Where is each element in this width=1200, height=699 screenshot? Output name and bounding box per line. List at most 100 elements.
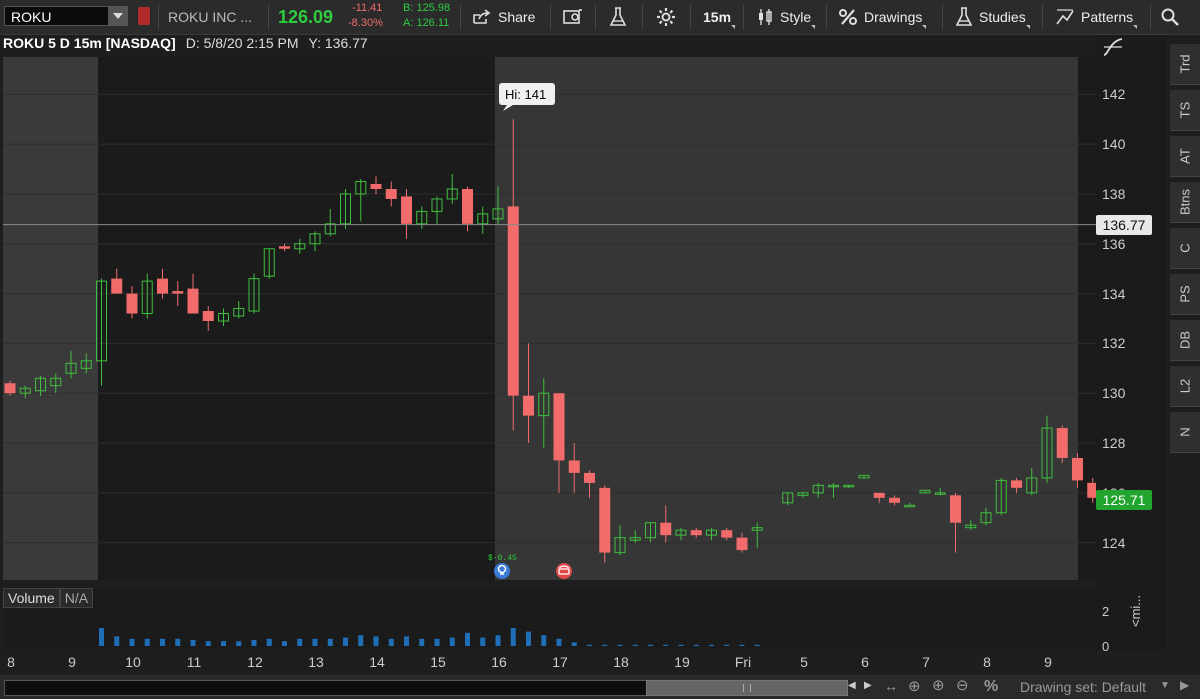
side-tab-ps[interactable]: PS (1170, 274, 1200, 315)
volume-bar (358, 635, 364, 646)
volume-bar (251, 640, 257, 646)
dividend-text: $-0.45 (488, 554, 517, 563)
side-tab-label: Trd (1177, 54, 1193, 74)
drawing-set-dropdown-icon[interactable]: ▼ (1160, 680, 1170, 691)
volume-bar (190, 640, 196, 646)
side-tab-at[interactable]: AT (1170, 136, 1200, 177)
time-axis-tick: 9 (1044, 654, 1052, 670)
candle-body (599, 487, 611, 553)
share-button[interactable]: Share (472, 4, 535, 30)
separator (690, 4, 691, 30)
percent-icon[interactable]: % (984, 678, 998, 696)
candle-body (721, 530, 733, 538)
time-axis-tick: 13 (308, 654, 324, 670)
time-axis-tick: 14 (369, 654, 385, 670)
side-tab-ts[interactable]: TS (1170, 90, 1200, 131)
scroll-track[interactable] (4, 680, 648, 696)
separator (743, 4, 744, 30)
separator (158, 4, 159, 30)
candle-body (568, 460, 580, 473)
volume-bar (221, 641, 226, 646)
timeframe-button[interactable]: 15m (703, 4, 736, 30)
share-icon (473, 9, 491, 24)
studies-button[interactable]: Studies (955, 4, 1030, 30)
scroll-end-icon[interactable]: ▶ (1180, 678, 1189, 692)
symbol-dropdown-icon[interactable] (108, 7, 128, 25)
candle-body (889, 497, 900, 503)
patterns-button[interactable]: Patterns (1055, 4, 1138, 30)
scroll-thumb[interactable] (646, 680, 848, 696)
side-tab-n[interactable]: N (1170, 412, 1200, 453)
volume-axis-max: 2 (1102, 604, 1110, 619)
alert-flag-icon[interactable] (138, 7, 150, 25)
volume-bar (144, 638, 150, 646)
candle-body (111, 278, 123, 294)
earnings-icon[interactable] (494, 563, 510, 579)
zoom-in-icon[interactable]: ⊕ (932, 676, 945, 694)
premarket-shade (3, 57, 98, 580)
candlestick-icon (759, 9, 772, 25)
company-name: ROKU INC ... (168, 9, 253, 25)
candle-body (584, 472, 595, 483)
volume-bar (693, 644, 699, 646)
time-axis-tick: Fri (734, 654, 752, 670)
percent-change: -8.30% (348, 17, 383, 29)
reset-icon[interactable]: ↔ (884, 678, 898, 694)
volume-bar (632, 644, 638, 646)
candle-body (202, 311, 214, 321)
volume-bar (388, 638, 394, 646)
side-tab-db[interactable]: DB (1170, 320, 1200, 361)
side-tab-label: Btns (1177, 188, 1193, 216)
side-tab-label: PS (1177, 285, 1193, 303)
side-tab-btns[interactable]: Btns (1170, 182, 1200, 223)
caret-icon (811, 25, 816, 29)
volume-header: Volume N/A (3, 588, 94, 608)
symbol-text: ROKU (11, 9, 52, 25)
candle-body (736, 537, 748, 551)
price-axis-tick: 138 (1102, 185, 1126, 202)
volume-bar (160, 638, 165, 646)
side-tab-label: L2 (1177, 378, 1193, 394)
toolbar: ROKU ROKU INC ... 126.09 -11.41 -8.30% B… (0, 0, 1200, 35)
candle-body (401, 196, 412, 224)
flask-icon (955, 7, 973, 26)
search-icon (1161, 8, 1179, 26)
flask-button[interactable] (609, 4, 627, 30)
crosshair-icon[interactable]: ⊕ (908, 677, 921, 695)
price-panel[interactable]: Hi: 141 $-0.45 (3, 57, 1096, 580)
volume-panel[interactable] (3, 588, 1096, 648)
time-axis[interactable]: 8 9 10 11 12 13 14 15 16 17 18 19 Fri 5 6 7 8 9 (3, 650, 1096, 672)
caret-icon (1025, 25, 1030, 29)
volume-bar (373, 636, 379, 646)
time-axis-tick: 18 (613, 654, 629, 670)
volume-bar (648, 644, 653, 646)
scroll-right-icon[interactable]: ▶ (864, 680, 872, 691)
drawings-button[interactable]: Drawings (838, 4, 927, 30)
time-axis-tick: 9 (68, 654, 76, 670)
scroll-left-icon[interactable]: ◀ (848, 680, 856, 691)
price-axis[interactable]: 124126128130132134136138140142 136.77 12… (1096, 35, 1166, 654)
conference-call-icon[interactable] (556, 563, 572, 579)
side-tab-l2[interactable]: L2 (1170, 366, 1200, 407)
side-tab-c[interactable]: C (1170, 228, 1200, 269)
volume-side-label: <mi... (1128, 594, 1143, 627)
search-button[interactable] (1160, 4, 1180, 30)
side-tab-label: C (1177, 243, 1193, 253)
style-button[interactable]: Style (756, 4, 816, 30)
separator (942, 4, 943, 30)
time-axis-tick: 17 (552, 654, 568, 670)
settings-button[interactable] (656, 4, 676, 30)
bottom-bar: ◀ ▶ ↔ ⊕ ⊕ ⊖ % Drawing set: Default ▼ ▶ (0, 675, 1200, 699)
cursor-y-value: Y: 136.77 (308, 35, 368, 51)
quote-button[interactable] (563, 4, 583, 30)
candle-body (187, 288, 199, 314)
volume-bar (449, 637, 455, 646)
gear-icon (657, 8, 675, 26)
volume-bar (526, 631, 531, 646)
side-tab-trd[interactable]: Trd (1170, 44, 1200, 85)
time-axis-tick: 8 (7, 654, 15, 670)
axis-scale-icon[interactable] (1102, 37, 1124, 57)
volume-bar (114, 636, 120, 646)
volume-bar (419, 638, 425, 646)
zoom-out-icon[interactable]: ⊖ (956, 676, 969, 694)
